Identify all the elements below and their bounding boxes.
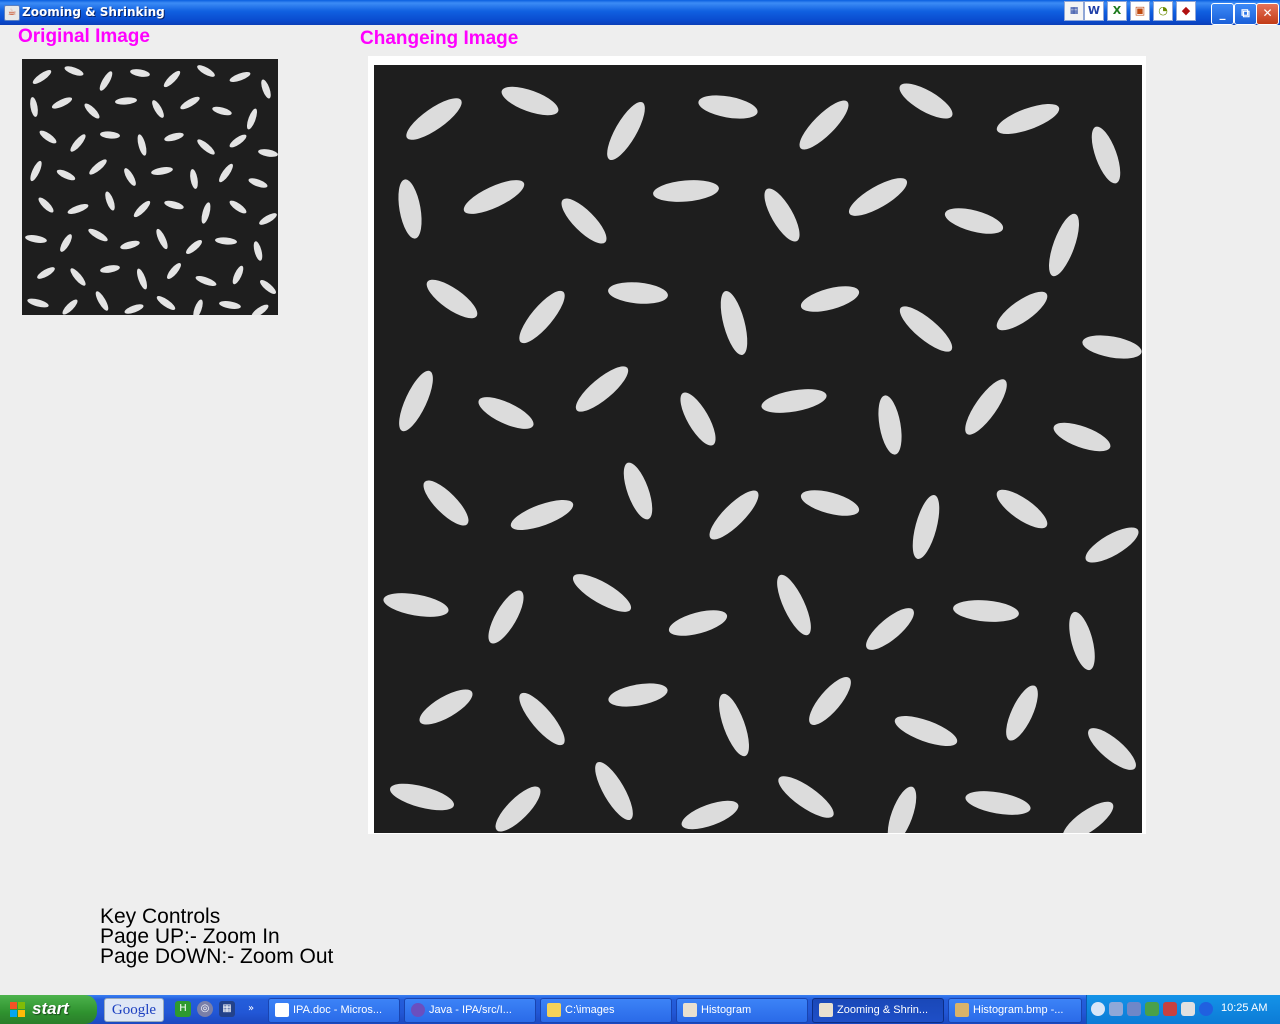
tray-monitor-icon[interactable] [1127, 1002, 1141, 1016]
tray-network-icon[interactable] [1109, 1002, 1123, 1016]
quicklaunch-app-icon[interactable]: ▦ [219, 1001, 235, 1017]
start-button[interactable]: start [0, 995, 97, 1024]
clock-icon[interactable]: ◔ [1153, 1, 1173, 21]
quicklaunch-h-icon[interactable]: H [175, 1001, 191, 1017]
java-cup-icon [683, 1003, 697, 1017]
original-image [22, 59, 278, 315]
changing-image [374, 65, 1142, 833]
quicklaunch-more-icon[interactable]: » [243, 1001, 259, 1017]
quicklaunch-browser-icon[interactable]: ◎ [197, 1001, 213, 1017]
folder-icon [547, 1003, 561, 1017]
key-controls-line2: Page DOWN:- Zoom Out [100, 945, 334, 968]
google-toolbar[interactable]: Google [104, 998, 164, 1022]
eclipse-icon [411, 1003, 425, 1017]
acrobat-icon[interactable]: ◆ [1176, 1, 1196, 21]
clock[interactable]: 10:25 AM [1221, 1002, 1267, 1014]
close-button[interactable]: ✕ [1256, 3, 1279, 25]
title-bar[interactable]: ☕ Zooming & Shrinking ▦ W X ▣ ◔ ◆ _ ⧉ ✕ [0, 0, 1280, 25]
taskbar: start Google H ◎ ▦ » IPA.doc - Micros...… [0, 995, 1280, 1024]
minimize-button[interactable]: _ [1211, 3, 1234, 25]
bluetooth-icon[interactable] [1199, 1002, 1213, 1016]
tray-security-icon[interactable] [1145, 1002, 1159, 1016]
powerpoint-icon[interactable]: ▣ [1130, 1, 1150, 21]
original-image-heading: Original Image [18, 26, 150, 47]
tray-collapse-icon[interactable] [1091, 1002, 1105, 1016]
java-cup-icon: ☕ [4, 5, 20, 21]
task-histogram[interactable]: Histogram [676, 998, 808, 1023]
task-zooming-shrinking[interactable]: Zooming & Shrin... [812, 998, 944, 1023]
tray-alert-icon[interactable] [1163, 1002, 1177, 1016]
key-controls-title: Key Controls [100, 905, 221, 928]
excel-icon[interactable]: X [1107, 1, 1127, 21]
task-ipa-doc[interactable]: IPA.doc - Micros... [268, 998, 400, 1023]
restore-button[interactable]: ⧉ [1234, 3, 1257, 25]
tray-usb-icon[interactable] [1181, 1002, 1195, 1016]
client-area: Original Image Changeing Image Key Contr… [0, 25, 1280, 995]
app-icon-1[interactable]: ▦ [1064, 1, 1084, 21]
start-label: start [32, 999, 69, 1018]
key-controls-line1: Page UP:- Zoom In [100, 925, 280, 948]
java-cup-icon [819, 1003, 833, 1017]
task-java-eclipse[interactable]: Java - IPA/src/I... [404, 998, 536, 1023]
paint-icon [955, 1003, 969, 1017]
task-images-folder[interactable]: C:\images [540, 998, 672, 1023]
changing-image-heading: Changeing Image [360, 28, 519, 49]
key-controls: Key Controls Page UP:- Zoom In Page DOWN… [100, 905, 334, 968]
window-title: Zooming & Shrinking [22, 5, 165, 19]
word-icon[interactable]: W [1084, 1, 1104, 21]
windows-logo-icon [10, 1002, 25, 1017]
task-histogram-bmp[interactable]: Histogram.bmp -... [948, 998, 1082, 1023]
word-icon [275, 1003, 289, 1017]
system-tray: 10:25 AM [1086, 995, 1280, 1024]
